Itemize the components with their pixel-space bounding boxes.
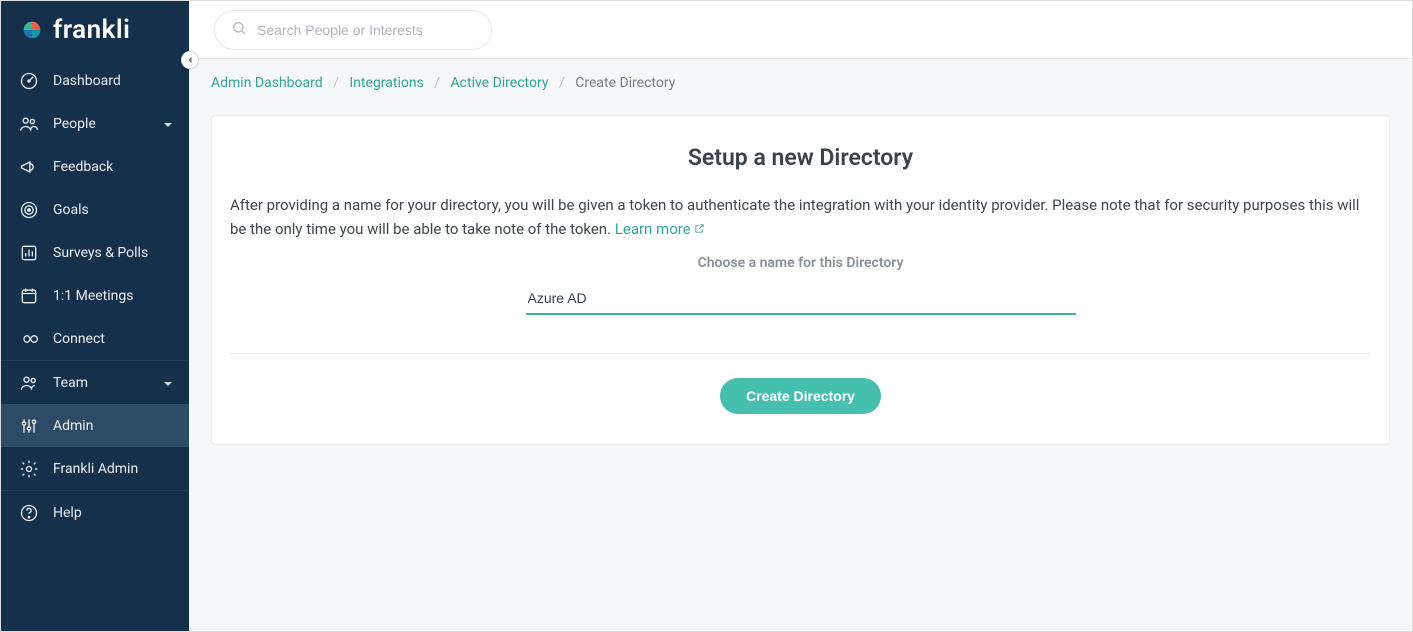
search-input[interactable] [257,22,491,38]
sidebar-item-team[interactable]: Team [1,361,189,404]
breadcrumb-current: Create Directory [575,75,675,91]
sidebar-item-goals[interactable]: Goals [1,188,189,231]
create-directory-button[interactable]: Create Directory [720,378,881,414]
sidebar-item-label: Goals [53,202,175,218]
breadcrumb: Admin Dashboard / Integrations / Active … [189,59,1412,93]
gear-icon [19,459,39,479]
sidebar-item-meetings[interactable]: 1:1 Meetings [1,274,189,317]
sidebar-item-label: Team [53,375,149,391]
sidebar-item-label: Help [53,505,175,521]
page-title: Setup a new Directory [230,144,1371,171]
brand-logo-icon [19,17,45,43]
chevron-down-icon [163,377,175,389]
collapse-sidebar-button[interactable] [181,51,199,69]
sidebar-item-label: Surveys & Polls [53,245,175,261]
breadcrumb-link[interactable]: Active Directory [451,75,549,91]
sliders-icon [19,416,39,436]
external-link-icon [694,217,705,228]
breadcrumb-link[interactable]: Integrations [349,75,423,91]
global-search[interactable] [214,10,492,50]
gauge-icon [19,71,39,91]
main-content: Admin Dashboard / Integrations / Active … [189,59,1412,631]
sidebar-item-admin[interactable]: Admin [1,404,189,447]
breadcrumb-link[interactable]: Admin Dashboard [211,75,323,91]
card-divider [230,353,1371,354]
description-text: After providing a name for your director… [230,196,1359,238]
create-directory-card: Setup a new Directory After providing a … [211,115,1390,445]
breadcrumb-separator: / [427,75,447,91]
directory-name-label: Choose a name for this Directory [230,255,1371,271]
sidebar-item-label: Frankli Admin [53,461,175,477]
question-icon [19,503,39,523]
brand[interactable]: frankli [1,1,189,59]
megaphone-icon [19,157,39,177]
sidebar-item-help[interactable]: Help [1,491,189,534]
sidebar-item-label: Connect [53,331,175,347]
sidebar-item-label: 1:1 Meetings [53,288,175,304]
learn-more-link[interactable]: Learn more [615,220,706,238]
sidebar-item-label: People [53,116,149,132]
chevron-down-icon [163,118,175,130]
sidebar-item-feedback[interactable]: Feedback [1,145,189,188]
sidebar-item-label: Dashboard [53,73,175,89]
top-header [189,1,1412,59]
page-description: After providing a name for your director… [230,193,1371,241]
breadcrumb-separator: / [326,75,346,91]
sidebar-item-connect[interactable]: Connect [1,317,189,360]
sidebar-item-dashboard[interactable]: Dashboard [1,59,189,102]
team-icon [19,373,39,393]
brand-name: frankli [53,15,130,45]
sidebar-item-people[interactable]: People [1,102,189,145]
learn-more-label: Learn more [615,220,691,238]
calendar-icon [19,286,39,306]
people-icon [19,114,39,134]
sidebar-item-label: Admin [53,418,175,434]
search-icon [231,20,247,40]
target-icon [19,200,39,220]
sidebar-item-label: Feedback [53,159,175,175]
sidebar-item-surveys[interactable]: Surveys & Polls [1,231,189,274]
infinity-icon [19,329,39,349]
sidebar-item-frankli-admin[interactable]: Frankli Admin [1,447,189,490]
breadcrumb-separator: / [552,75,572,91]
barchart-icon [19,243,39,263]
sidebar: frankli Dashboard People Feedback Goals … [1,1,189,631]
directory-name-input[interactable] [526,283,1076,315]
